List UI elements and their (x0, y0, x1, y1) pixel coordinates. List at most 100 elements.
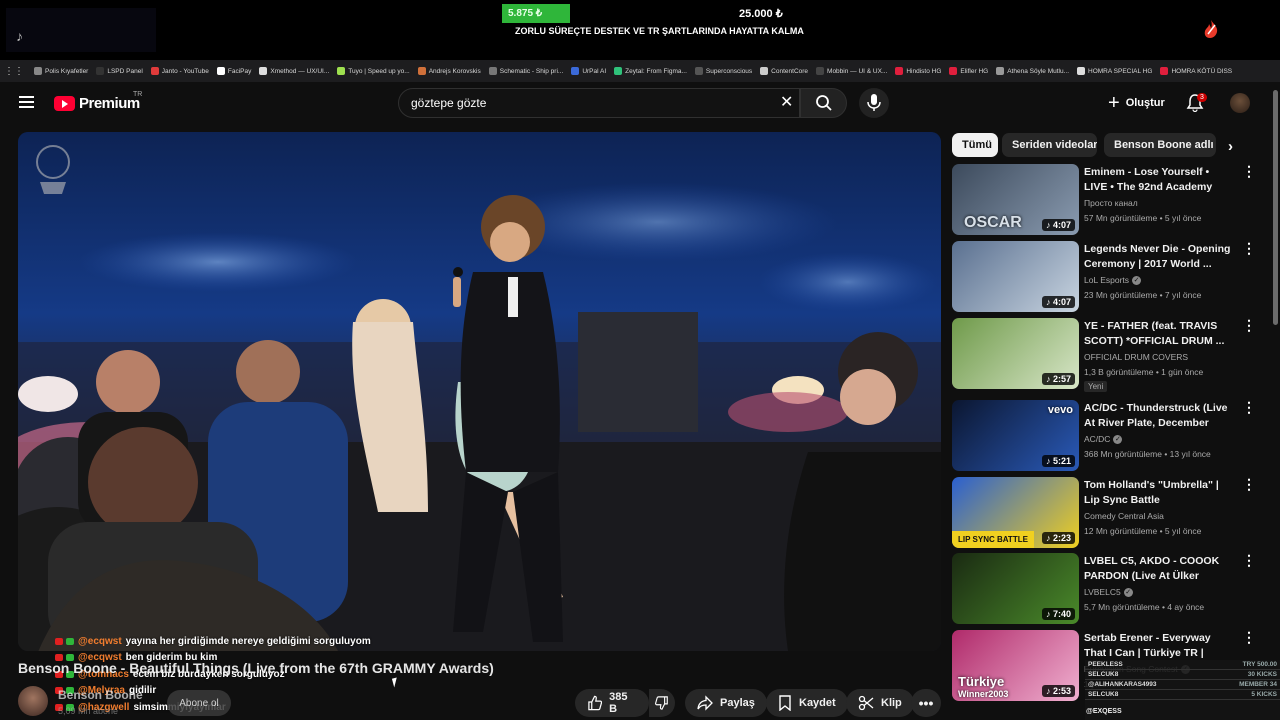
recommendation-card[interactable]: LIP SYNC BATTLE ♪ 2:23 Tom Holland's "Umbr… (952, 477, 1272, 549)
bookmark-item[interactable]: Zeytal: From Figma... (614, 67, 687, 75)
dislike-button[interactable] (649, 689, 675, 717)
bookmark-favicon-icon (150, 67, 159, 75)
video-thumbnail[interactable]: ♪ 2:57 (952, 318, 1079, 389)
more-vertical-icon[interactable]: ⋮ (1242, 318, 1256, 332)
bookmark-item[interactable]: HOMRA SPECIAL HG (1077, 67, 1152, 75)
recommendation-meta: 23 Mn görüntüleme • 7 yıl önce (1084, 290, 1202, 300)
video-thumbnail[interactable]: ♪ 4:07 (952, 241, 1079, 312)
bookmark-item[interactable]: ContentCore (760, 67, 808, 75)
bookmark-item[interactable]: Janto - YouTube (150, 67, 209, 75)
filter-chip[interactable]: Seriden videolar (1002, 133, 1097, 157)
kick-footer: @EXQESS (1086, 708, 1122, 715)
video-thumbnail[interactable]: OSCAR ♪ 4:07 (952, 164, 1079, 235)
apps-icon[interactable]: ⋮⋮ (4, 66, 24, 77)
bookmark-item[interactable]: Andrejs Korovskis (417, 67, 481, 75)
voice-search-button[interactable] (859, 88, 889, 118)
like-button[interactable]: 385 B (575, 689, 649, 717)
video-thumbnail[interactable]: ♪ 7:40 (952, 553, 1079, 624)
recommendation-channel[interactable]: AC/DC ✓ (1084, 434, 1123, 444)
bookmark-label: Xmethod — UX/UI... (270, 67, 330, 75)
bookmark-favicon-icon (1160, 67, 1169, 75)
mouse-cursor (391, 677, 400, 688)
recommendation-channel[interactable]: Comedy Central Asia (1084, 511, 1164, 521)
recommendation-title[interactable]: LVBEL C5, AKDO - COOOK PARDON (Live At Ü… (1084, 554, 1234, 584)
verified-check-icon: ✓ (1113, 434, 1123, 444)
more-actions-button[interactable]: ••• (911, 689, 941, 717)
bookmark-item[interactable]: LSPD Panel (96, 67, 143, 75)
more-vertical-icon[interactable]: ⋮ (1242, 241, 1256, 255)
recommendation-meta: 1,3 B görüntüleme • 1 gün önce (1084, 367, 1204, 377)
recommendation-card[interactable]: ♪ 4:07 Legends Never Die - Opening Ceremo… (952, 241, 1272, 313)
menu-icon[interactable] (19, 96, 34, 108)
thumbnail-caption: LIP SYNC BATTLE (952, 531, 1034, 548)
bookmark-favicon-icon (816, 67, 825, 75)
bookmark-favicon-icon (259, 67, 268, 75)
bookmark-item[interactable]: HOMRA KÖTÜ DISS (1160, 67, 1232, 75)
chat-username: @ecqwst (78, 635, 122, 647)
recommendation-title[interactable]: Eminem - Lose Yourself • LIVE • The 92nd… (1084, 165, 1234, 195)
recommendation-channel[interactable]: Просто канал (1084, 198, 1138, 208)
account-avatar[interactable] (1230, 93, 1250, 113)
bookmark-item[interactable]: Schematic - Ship pri... (488, 67, 563, 75)
recommendation-channel[interactable]: LoL Esports ✓ (1084, 275, 1142, 285)
search-box (398, 88, 800, 118)
recommendation-title[interactable]: YE - FATHER (feat. TRAVIS SCOTT) *OFFICI… (1084, 319, 1234, 349)
video-thumbnail[interactable]: Türkiye Winner2003 ♪ 2:53 (952, 630, 1079, 701)
search-button[interactable] (800, 88, 847, 118)
video-thumbnail[interactable]: LIP SYNC BATTLE ♪ 2:23 (952, 477, 1079, 548)
bookmark-item[interactable]: UrPal AI (571, 67, 606, 75)
bookmark-item[interactable]: FaciPay (216, 67, 252, 75)
more-horizontal-icon: ••• (918, 695, 934, 711)
more-vertical-icon[interactable]: ⋮ (1242, 553, 1256, 567)
filter-chip[interactable]: Benson Boone adlı yü (1104, 133, 1216, 157)
scrollbar[interactable] (1273, 90, 1278, 325)
bookmark-item[interactable]: Elifler HG (949, 67, 988, 75)
video-frame (18, 132, 941, 651)
more-vertical-icon[interactable]: ⋮ (1242, 477, 1256, 491)
more-vertical-icon[interactable]: ⋮ (1242, 630, 1256, 644)
video-player[interactable] (18, 132, 941, 651)
recommendation-card[interactable]: OSCAR ♪ 4:07 Eminem - Lose Yourself • LIVE… (952, 164, 1272, 236)
search-input[interactable] (411, 96, 751, 110)
recommendation-channel[interactable]: LVBELC5 ✓ (1084, 587, 1133, 597)
kick-event-row: SELCUK8 5 KICKS (1085, 690, 1280, 700)
save-button[interactable]: Kaydet (766, 689, 848, 717)
recommendation-card[interactable]: ♪ 7:40 LVBEL C5, AKDO - COOOK PARDON (Liv… (952, 553, 1272, 625)
youtube-premium-logo[interactable]: Premium (54, 95, 140, 112)
subscribe-button[interactable]: Abone ol (167, 690, 231, 716)
recommendation-card[interactable]: vevo ♪ 5:21 AC/DC - Thunderstruck (Live At… (952, 400, 1272, 472)
bookmark-item[interactable]: Mobbin — UI & UX... (816, 67, 887, 75)
search-icon (816, 95, 832, 111)
bookmark-favicon-icon (694, 67, 703, 75)
bookmark-label: FaciPay (227, 67, 252, 75)
bookmark-item[interactable]: Polis Kıyafetler (34, 67, 88, 75)
bookmark-item[interactable]: Superconscious (694, 67, 752, 75)
bookmark-label: Mobbin — UI & UX... (827, 67, 888, 75)
kick-event-value: MEMBER 34 (1239, 681, 1277, 688)
video-thumbnail[interactable]: vevo ♪ 5:21 (952, 400, 1079, 471)
bookmark-item[interactable]: Hindisto HG (895, 67, 941, 75)
channel-avatar[interactable] (18, 686, 48, 716)
clip-button[interactable]: Klip (846, 689, 914, 717)
chevron-right-icon[interactable]: › (1228, 138, 1233, 155)
share-button[interactable]: Paylaş (685, 689, 767, 717)
recommendation-title[interactable]: Sertab Erener - Everyway That I Can | Tü… (1084, 631, 1234, 661)
recommendation-card[interactable]: ♪ 2:57 YE - FATHER (feat. TRAVIS SCOTT) *… (952, 318, 1272, 392)
thumbs-down-icon (655, 696, 668, 710)
more-vertical-icon[interactable]: ⋮ (1242, 164, 1256, 178)
channel-name[interactable]: Benson Boone (58, 688, 143, 702)
more-vertical-icon[interactable]: ⋮ (1242, 400, 1256, 414)
create-button[interactable]: + Oluştur (1100, 89, 1173, 117)
bookmark-item[interactable]: Xmethod — UX/UI... (259, 67, 329, 75)
kick-event-name: SELCUK8 (1088, 671, 1119, 678)
recommendation-meta: 12 Mn görüntüleme • 5 yıl önce (1084, 526, 1202, 536)
recommendation-title[interactable]: Legends Never Die - Opening Ceremony | 2… (1084, 242, 1234, 272)
clear-search-icon[interactable]: ✕ (780, 95, 793, 111)
recommendation-title[interactable]: Tom Holland's "Umbrella" | Lip Sync Batt… (1084, 478, 1234, 508)
bookmark-item[interactable]: Tuyo | Speed up yo... (337, 67, 410, 75)
bookmark-item[interactable]: Athena Söyle Mutlu... (996, 67, 1069, 75)
recommendation-title[interactable]: AC/DC - Thunderstruck (Live At River Pla… (1084, 401, 1234, 431)
logo-text: Premium (79, 95, 140, 112)
recommendation-channel[interactable]: OFFICIAL DRUM COVERS (1084, 352, 1188, 362)
filter-chip[interactable]: Tümü (952, 133, 998, 157)
